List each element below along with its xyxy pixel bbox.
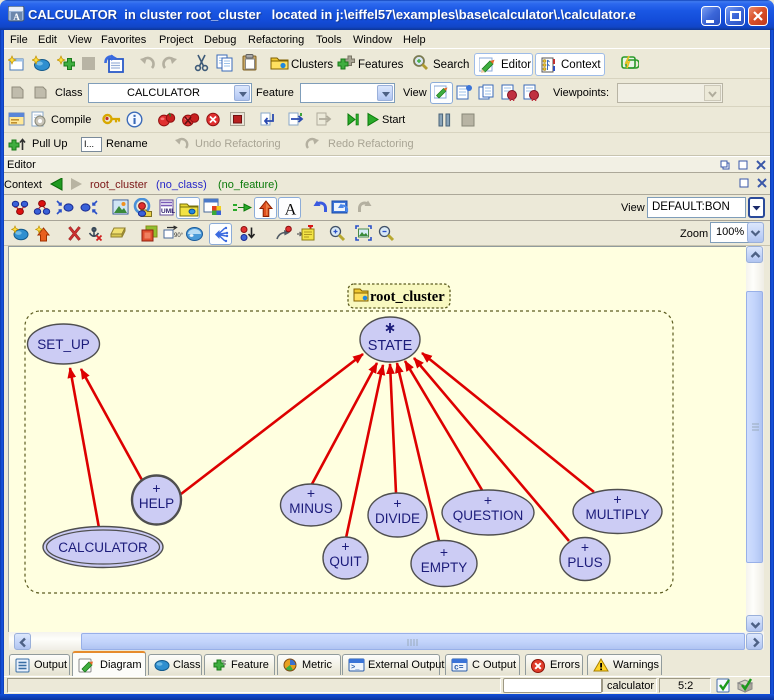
svg-text:+: + <box>613 491 621 507</box>
svg-text:+: + <box>341 538 349 554</box>
svg-text:QUIT: QUIT <box>329 554 361 569</box>
svg-text:90°: 90° <box>174 233 183 239</box>
svg-text:QUESTION: QUESTION <box>453 508 524 523</box>
svg-text:root_cluster: root_cluster <box>370 289 445 305</box>
svg-text:MULTIPLY: MULTIPLY <box>585 507 649 522</box>
svg-text:+: + <box>152 480 160 496</box>
svg-text:+: + <box>581 539 589 555</box>
svg-text:MINUS: MINUS <box>289 501 333 516</box>
svg-text:+: + <box>393 495 401 511</box>
svg-text:+: + <box>484 492 492 508</box>
svg-text:EMPTY: EMPTY <box>421 560 468 575</box>
svg-text:PLUS: PLUS <box>567 555 602 570</box>
svg-text:A: A <box>285 202 297 219</box>
svg-text:DIVIDE: DIVIDE <box>375 511 420 526</box>
svg-text:HELP: HELP <box>139 496 174 511</box>
svg-text:>_: >_ <box>351 664 360 672</box>
svg-text:+: + <box>440 544 448 560</box>
svg-text:A: A <box>13 12 20 22</box>
svg-text:+: + <box>307 485 315 501</box>
svg-text:CALCULATOR: CALCULATOR <box>58 540 148 555</box>
svg-text:STATE: STATE <box>368 338 413 354</box>
svg-text:UML: UML <box>161 208 175 215</box>
svg-text:c=: c= <box>454 664 464 673</box>
svg-text:SET_UP: SET_UP <box>37 337 90 352</box>
